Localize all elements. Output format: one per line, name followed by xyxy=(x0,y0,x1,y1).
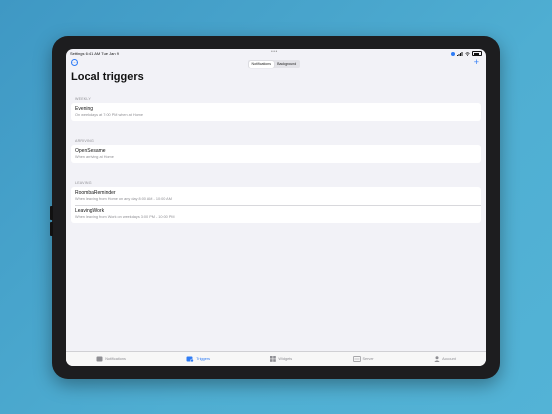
trigger-title: OpenSesame xyxy=(75,148,106,154)
tab-server[interactable]: Server xyxy=(352,356,374,362)
arriving-group: OpenSesame When arriving at Home xyxy=(71,145,481,163)
trigger-row[interactable]: Evening On weekdays at 7:00 PM when at H… xyxy=(71,103,481,121)
trigger-row[interactable]: LeavingWork When leaving from Work on we… xyxy=(71,205,481,223)
trigger-subtitle: When leaving from Home on any day 8:00 A… xyxy=(75,197,172,201)
location-icon xyxy=(451,51,455,56)
trigger-title: Evening xyxy=(75,106,94,112)
navigation-bar: … Notifications Background + xyxy=(66,57,486,71)
section-header-arriving: ARRIVING xyxy=(75,139,94,143)
status-left: Settings 6:41 AM Tue Jan 9 xyxy=(70,51,119,56)
tab-label: Triggers xyxy=(196,357,211,361)
trigger-subtitle: When leaving from Work on weekdays 3:00 … xyxy=(75,215,175,219)
tab-bar: Notifications Triggers Widgets Server Ac… xyxy=(66,351,486,366)
trigger-subtitle: When arriving at Home xyxy=(75,155,114,159)
trigger-title: RoombaReminder xyxy=(75,190,116,196)
status-bar: Settings 6:41 AM Tue Jan 9 ••• xyxy=(66,49,486,57)
wifi-icon xyxy=(465,51,470,56)
weekly-group: Evening On weekdays at 7:00 PM when at H… xyxy=(71,103,481,121)
section-header-leaving: LEAVING xyxy=(75,181,92,185)
screen: Settings 6:41 AM Tue Jan 9 ••• … Notific… xyxy=(66,49,486,366)
segment-background[interactable]: Background xyxy=(274,61,299,68)
tab-label: Account xyxy=(442,357,456,361)
server-icon xyxy=(352,356,361,362)
add-trigger-button[interactable]: + xyxy=(474,57,479,67)
tab-account[interactable]: Account xyxy=(434,356,456,362)
trigger-subtitle: On weekdays at 7:00 PM when at Home xyxy=(75,113,143,117)
trigger-row[interactable]: RoombaReminder When leaving from Home on… xyxy=(71,187,481,205)
volume-button xyxy=(50,206,53,220)
battery-icon xyxy=(472,51,482,56)
account-icon xyxy=(434,356,440,362)
triggers-icon xyxy=(186,356,194,362)
volume-button xyxy=(50,222,53,236)
ipad-device: Settings 6:41 AM Tue Jan 9 ••• … Notific… xyxy=(50,36,500,379)
tab-widgets[interactable]: Widgets xyxy=(270,356,292,362)
multitasking-dots[interactable]: ••• xyxy=(271,49,278,55)
widgets-icon xyxy=(270,356,277,362)
section-header-weekly: WEEKLY xyxy=(75,97,91,101)
ellipsis-icon: … xyxy=(72,58,77,65)
status-right xyxy=(451,51,482,56)
notifications-icon xyxy=(96,356,103,362)
page-title: Local triggers xyxy=(71,71,144,83)
segment-notifications[interactable]: Notifications xyxy=(248,60,275,68)
leaving-group: RoombaReminder When leaving from Home on… xyxy=(71,187,481,223)
cellular-icon xyxy=(457,51,463,56)
more-button[interactable]: … xyxy=(71,59,78,66)
trigger-row[interactable]: OpenSesame When arriving at Home xyxy=(71,145,481,163)
tab-label: Notifications xyxy=(105,357,126,361)
trigger-title: LeavingWork xyxy=(75,208,105,214)
segmented-control: Notifications Background xyxy=(248,60,300,68)
tab-notifications[interactable]: Notifications xyxy=(96,356,126,362)
tab-triggers[interactable]: Triggers xyxy=(186,356,210,362)
tab-label: Widgets xyxy=(278,357,293,361)
tab-label: Server xyxy=(362,357,374,361)
